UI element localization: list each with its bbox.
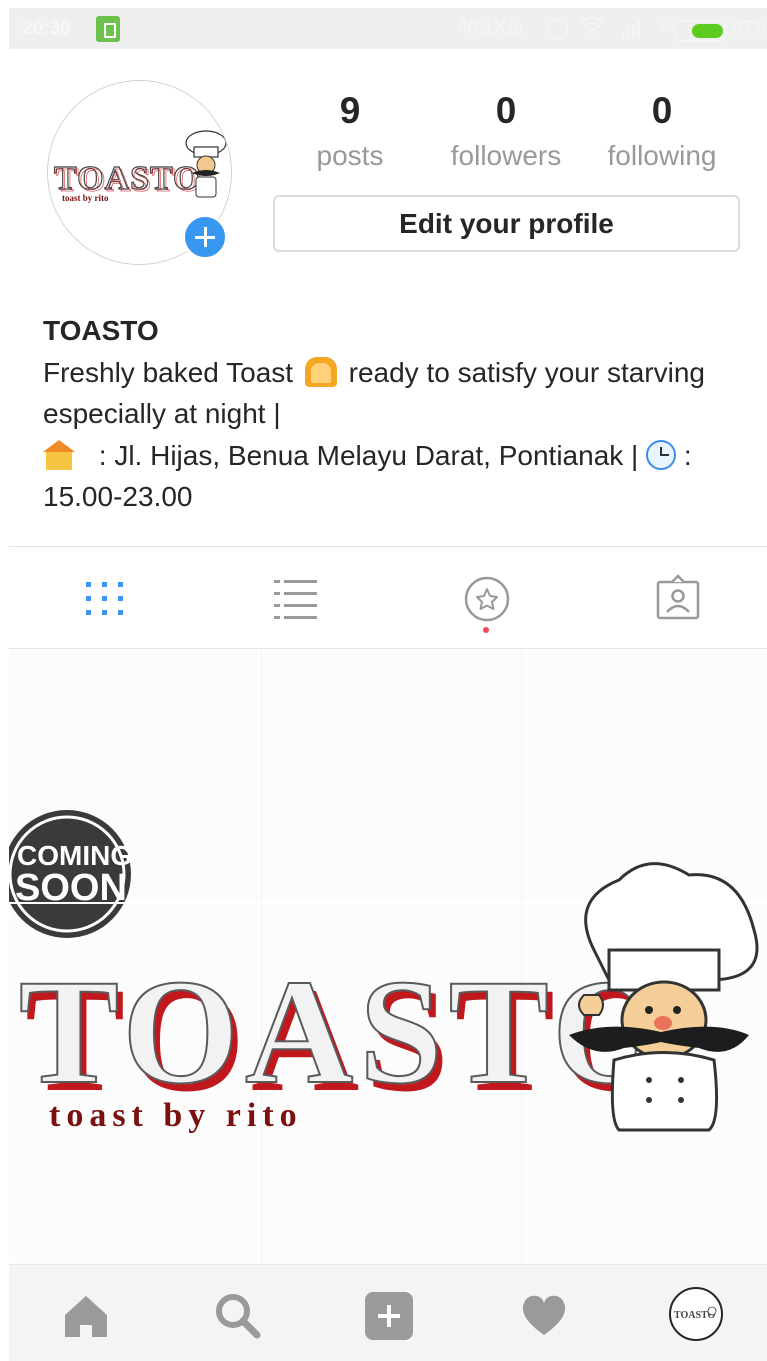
charging-icon: ⚡ bbox=[657, 17, 670, 37]
bio-line-2: especially at night | bbox=[43, 398, 281, 429]
house-icon bbox=[43, 439, 75, 470]
bread-icon bbox=[304, 356, 337, 387]
followers-count: 0 bbox=[495, 90, 517, 131]
battery-icon bbox=[673, 20, 727, 42]
profile-name: TOASTO bbox=[43, 315, 159, 346]
notification-dot bbox=[483, 627, 489, 633]
post-grid[interactable]: COMING SOON TOASTO TOASTO toast by rito bbox=[9, 650, 767, 1263]
edit-profile-button[interactable]: Edit your profile bbox=[273, 195, 740, 252]
home-icon[interactable] bbox=[59, 1289, 113, 1343]
following-count: 0 bbox=[651, 90, 673, 131]
add-story-plus-icon[interactable] bbox=[182, 214, 228, 260]
bio-text: : bbox=[676, 439, 692, 471]
bottom-nav-bar: TOASTO bbox=[9, 1264, 767, 1361]
wifi-icon bbox=[579, 16, 605, 37]
profile-avatar-icon[interactable]: TOASTO bbox=[669, 1287, 723, 1341]
list-icon[interactable] bbox=[266, 572, 326, 632]
status-bar: 20:30 40.1K/s ⚡ 67% bbox=[9, 8, 767, 49]
toasto-banner-image: COMING SOON TOASTO TOASTO toast by rito bbox=[9, 810, 767, 1134]
stat-following[interactable]: 0 following bbox=[592, 88, 732, 176]
banner-tagline: toast by rito bbox=[49, 1097, 303, 1134]
stat-followers[interactable]: 0 followers bbox=[436, 88, 576, 176]
battery-saver-icon bbox=[96, 16, 120, 42]
network-speed: 40.1K/s bbox=[457, 18, 524, 39]
status-time: 20:30 bbox=[22, 18, 71, 39]
activity-heart-icon[interactable] bbox=[517, 1289, 571, 1343]
signal-icon bbox=[622, 21, 640, 38]
divider bbox=[9, 546, 767, 547]
bio-hours: 15.00-23.00 bbox=[43, 481, 193, 512]
stat-posts[interactable]: 9 posts bbox=[280, 88, 420, 176]
grid-icon[interactable] bbox=[74, 572, 134, 632]
bio-text: Freshly baked Toast bbox=[43, 356, 301, 388]
saved-star-icon[interactable] bbox=[457, 572, 517, 632]
divider bbox=[9, 648, 767, 649]
alarm-icon bbox=[546, 18, 568, 40]
clock-icon bbox=[646, 439, 677, 470]
bio-line-3: : Jl. Hijas, Benua Melayu Darat, Pontian… bbox=[43, 435, 753, 477]
toasto-mini-logo: TOASTO bbox=[674, 1306, 717, 1321]
battery-percent: 67% bbox=[732, 18, 767, 39]
svg-text:toast by rito: toast by rito bbox=[62, 193, 109, 203]
bio-text: ready to satisfy your starving bbox=[340, 356, 705, 388]
search-icon[interactable] bbox=[211, 1289, 265, 1343]
bio-line-1: Freshly baked Toast ready to satisfy you… bbox=[43, 352, 753, 394]
following-label: following bbox=[607, 140, 717, 171]
posts-label: posts bbox=[316, 140, 384, 171]
add-post-icon[interactable] bbox=[362, 1289, 416, 1343]
followers-label: followers bbox=[450, 140, 562, 171]
tagged-icon[interactable] bbox=[648, 572, 708, 632]
posts-count: 9 bbox=[339, 90, 361, 131]
profile-bio: TOASTO Freshly baked Toast ready to sati… bbox=[43, 310, 753, 518]
banner-brand: TOASTO bbox=[19, 949, 675, 1115]
bio-address: : Jl. Hijas, Benua Melayu Darat, Pontian… bbox=[91, 439, 647, 471]
